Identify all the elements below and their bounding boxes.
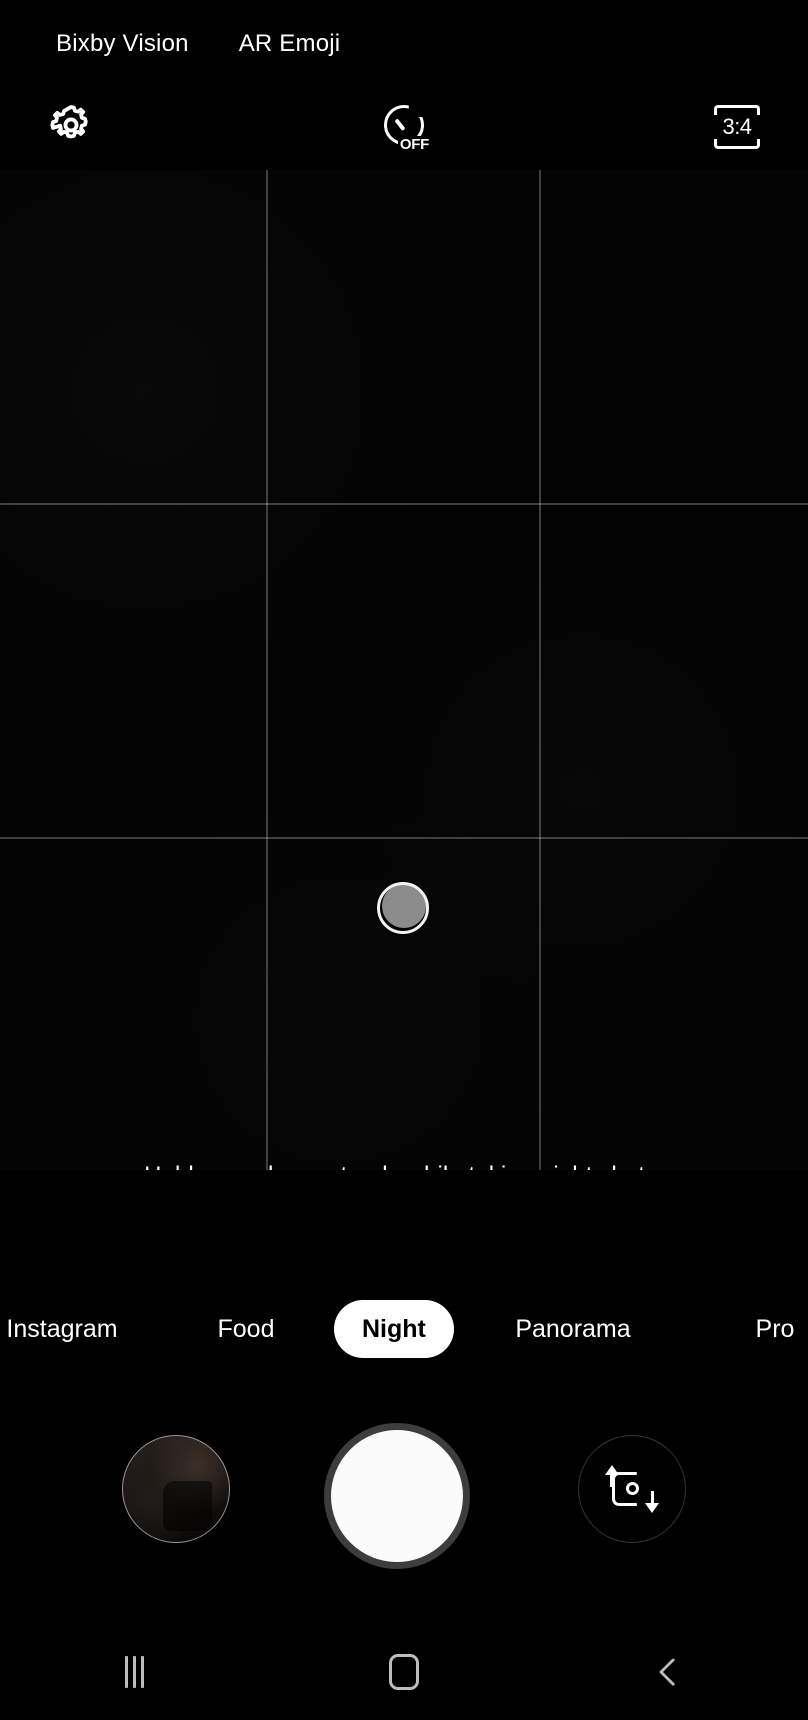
grid-line-vertical-1 bbox=[266, 170, 268, 1170]
switch-camera-icon bbox=[603, 1465, 661, 1513]
nav-back-button[interactable] bbox=[539, 1624, 808, 1720]
timer-value: OFF bbox=[397, 136, 430, 153]
camera-preview bbox=[0, 170, 808, 1170]
focus-ring bbox=[377, 882, 429, 934]
timer-icon: OFF bbox=[381, 104, 430, 153]
aspect-ratio-button[interactable]: 3:4 bbox=[706, 96, 768, 158]
nav-home-button[interactable] bbox=[269, 1624, 538, 1720]
mode-carousel[interactable]: Instagram Food Night Panorama Pro bbox=[0, 1300, 808, 1358]
grid-line-vertical-2 bbox=[539, 170, 541, 1170]
shutter-button[interactable] bbox=[324, 1423, 470, 1569]
quick-link-bixby-vision[interactable]: Bixby Vision bbox=[56, 30, 189, 58]
grid-line-horizontal-2 bbox=[0, 837, 808, 839]
mode-food[interactable]: Food bbox=[196, 1300, 296, 1358]
home-icon bbox=[388, 1654, 419, 1690]
android-navigation-bar bbox=[0, 1624, 808, 1720]
capture-controls bbox=[0, 1423, 808, 1569]
top-toolbar: OFF 3:4 bbox=[0, 96, 808, 158]
grid-line-horizontal-1 bbox=[0, 503, 808, 505]
mode-panorama[interactable]: Panorama bbox=[498, 1300, 648, 1358]
aspect-ratio-icon: 3:4 bbox=[711, 103, 763, 151]
mode-instagram[interactable]: Instagram bbox=[0, 1300, 142, 1358]
settings-button[interactable] bbox=[40, 96, 102, 158]
back-chevron-icon bbox=[659, 1657, 688, 1687]
viewfinder[interactable]: Hold your phone steady while taking nigh… bbox=[0, 170, 808, 1170]
aspect-ratio-value: 3:4 bbox=[722, 114, 752, 139]
mode-night[interactable]: Night bbox=[334, 1300, 454, 1358]
night-mode-hint: Hold your phone steady while taking nigh… bbox=[0, 1162, 808, 1170]
nav-recents-button[interactable] bbox=[0, 1624, 269, 1720]
gear-icon bbox=[48, 102, 94, 153]
mode-pro[interactable]: Pro bbox=[730, 1300, 808, 1358]
recents-icon bbox=[125, 1656, 145, 1688]
timer-button[interactable]: OFF bbox=[373, 96, 435, 158]
switch-camera-button[interactable] bbox=[578, 1435, 686, 1543]
camera-app-screen: Bixby Vision AR Emoji OFF 3:4 Instagram … bbox=[0, 0, 808, 1720]
quick-link-ar-emoji[interactable]: AR Emoji bbox=[239, 30, 341, 58]
gallery-thumbnail[interactable] bbox=[122, 1435, 230, 1543]
quick-links-bar: Bixby Vision AR Emoji bbox=[0, 20, 808, 68]
